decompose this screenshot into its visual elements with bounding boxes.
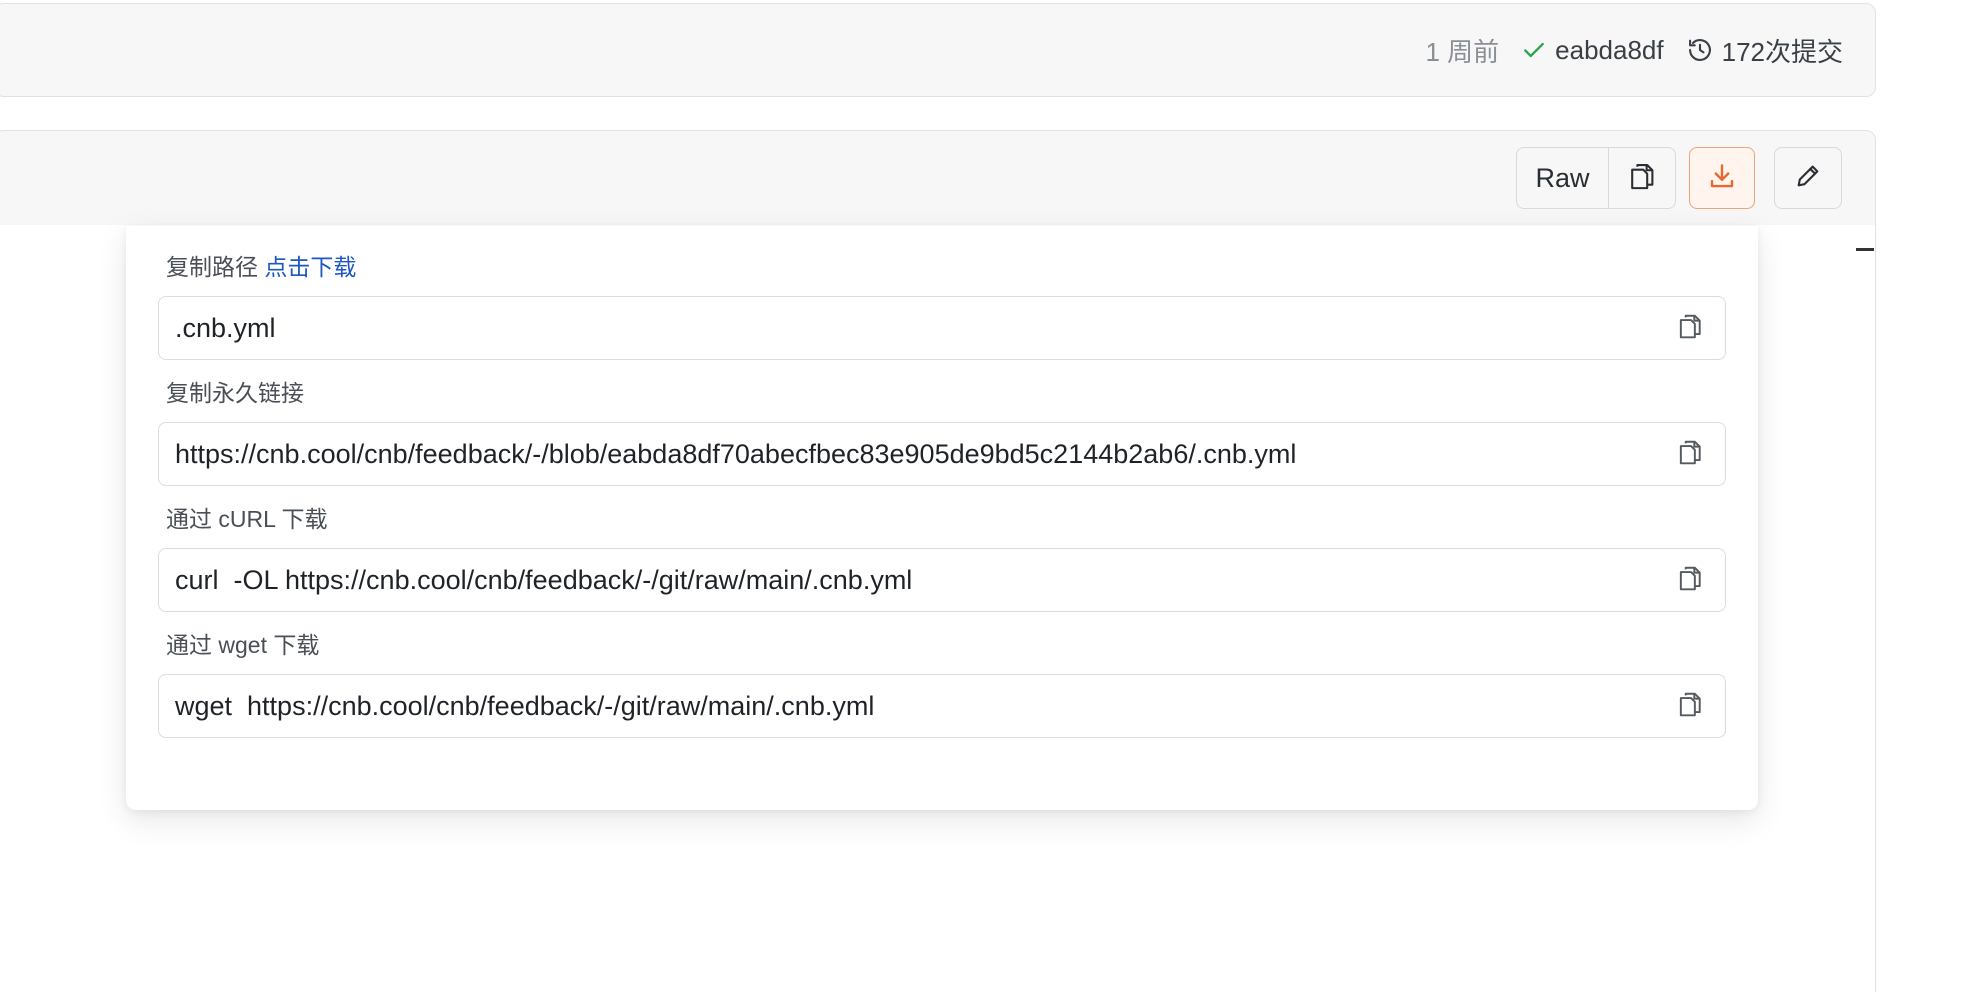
permalink-label: 复制永久链接 [166, 380, 304, 406]
commit-count-text: 172次提交 [1721, 36, 1843, 67]
copy-path-field[interactable]: .cnb.yml [158, 296, 1726, 360]
wget-label: 通过 wget 下载 [166, 632, 320, 658]
copy-path-copy-button[interactable] [1673, 311, 1707, 345]
copy-icon [1677, 312, 1703, 345]
copy-path-label-text: 复制路径 [166, 254, 258, 280]
curl-label: 通过 cURL 下载 [166, 506, 328, 532]
check-icon [1521, 37, 1547, 63]
curl-value: curl -OL https://cnb.cool/cnb/feedback/-… [175, 564, 913, 595]
copy-path-label: 复制路径 点击下载 [158, 252, 1726, 282]
permalink-value: https://cnb.cool/cnb/feedback/-/blob/eab… [175, 438, 1297, 469]
download-icon [1707, 161, 1737, 196]
download-dropdown: 复制路径 点击下载 .cnb.yml 复制永久链接 https://cnb.co… [126, 226, 1758, 810]
commit-bar: 1 周前 eabda8df 172次提交 [0, 3, 1876, 97]
curl-section: 通过 cURL 下载 curl -OL https://cnb.cool/cnb… [158, 504, 1726, 612]
copy-icon [1628, 161, 1656, 196]
history-icon [1686, 36, 1714, 64]
permalink-section: 复制永久链接 https://cnb.cool/cnb/feedback/-/b… [158, 378, 1726, 486]
edit-button[interactable] [1774, 147, 1842, 209]
page: 1 周前 eabda8df 172次提交 Raw 复制路径 点击下载 .cnb.… [0, 0, 1980, 992]
curl-field[interactable]: curl -OL https://cnb.cool/cnb/feedback/-… [158, 548, 1726, 612]
raw-copy-button-group: Raw [1516, 147, 1676, 209]
wget-section: 通过 wget 下载 wget https://cnb.cool/cnb/fee… [158, 630, 1726, 738]
copy-icon [1677, 564, 1703, 597]
commit-count-link[interactable]: 172次提交 [1686, 32, 1843, 69]
copy-path-value: .cnb.yml [175, 312, 276, 343]
permalink-copy-button[interactable] [1673, 437, 1707, 471]
wget-field[interactable]: wget https://cnb.cool/cnb/feedback/-/git… [158, 674, 1726, 738]
copy-icon [1677, 690, 1703, 723]
copy-icon [1677, 438, 1703, 471]
commit-hash-link[interactable]: eabda8df [1521, 34, 1664, 66]
click-download-link[interactable]: 点击下载 [264, 254, 356, 280]
raw-button[interactable]: Raw [1517, 148, 1609, 208]
curl-copy-button[interactable] [1673, 563, 1707, 597]
scrollbar-thumb[interactable] [1856, 248, 1874, 251]
commit-hash-text: eabda8df [1555, 34, 1664, 65]
copy-path-section: 复制路径 点击下载 .cnb.yml [158, 252, 1726, 360]
wget-copy-button[interactable] [1673, 689, 1707, 723]
pencil-icon [1794, 162, 1822, 195]
commit-time: 1 周前 [1425, 36, 1500, 67]
download-button[interactable] [1689, 147, 1755, 209]
wget-value: wget https://cnb.cool/cnb/feedback/-/git… [175, 690, 875, 721]
permalink-field[interactable]: https://cnb.cool/cnb/feedback/-/blob/eab… [158, 422, 1726, 486]
copy-file-button[interactable] [1609, 148, 1675, 208]
